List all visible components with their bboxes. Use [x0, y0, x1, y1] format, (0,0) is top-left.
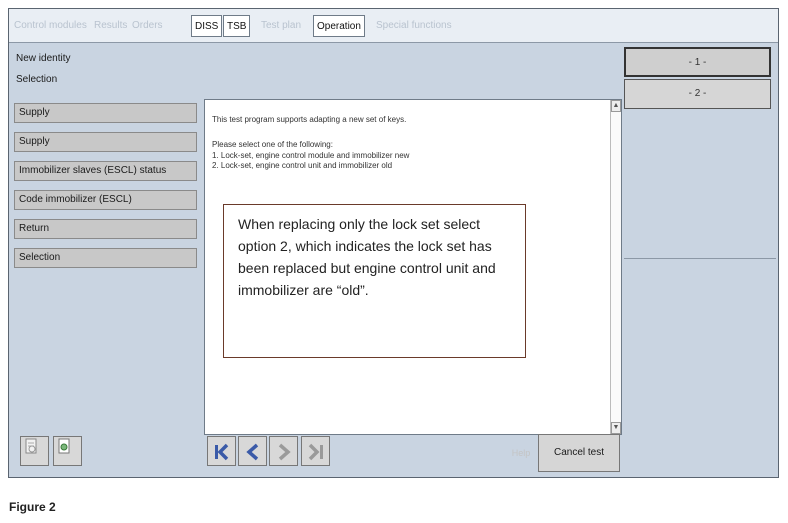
- scroll-up-arrow-icon[interactable]: ▲: [611, 100, 621, 112]
- first-page-button[interactable]: [207, 436, 236, 466]
- intro-text: This test program supports adapting a ne…: [212, 115, 407, 124]
- next-button[interactable]: [269, 436, 298, 466]
- identity-line: New identity: [16, 53, 71, 64]
- document-search-icon: [58, 438, 70, 454]
- right-panel: [624, 115, 776, 477]
- diagnostic-screen: Control modules Results Orders DISS TSB …: [8, 8, 779, 478]
- menu-item-code-immobilizer[interactable]: Code immobilizer (ESCL): [14, 190, 197, 210]
- chevron-right-icon: [278, 443, 291, 461]
- tab-bar: Control modules Results Orders DISS TSB …: [9, 9, 778, 43]
- tab-orders[interactable]: Orders: [129, 15, 166, 37]
- content-panel: This test program supports adapting a ne…: [204, 99, 622, 435]
- skip-last-icon: [308, 443, 323, 461]
- selection-line: Selection: [16, 74, 58, 85]
- last-page-button[interactable]: [301, 436, 330, 466]
- step-2-button[interactable]: - 2 -: [624, 79, 771, 109]
- menu-item-immobilizer-slaves[interactable]: Immobilizer slaves (ESCL) status: [14, 161, 197, 181]
- document-icon: [25, 438, 37, 454]
- identity-panel: New identity Selection: [12, 46, 618, 99]
- skip-first-icon: [215, 443, 229, 461]
- menu-item-supply[interactable]: Supply: [14, 132, 197, 152]
- scroll-down-arrow-icon[interactable]: ▼: [611, 422, 621, 434]
- callout-note: When replacing only the lock set select …: [223, 204, 526, 358]
- menu-item-selection[interactable]: Selection: [14, 248, 197, 268]
- menu-item-return[interactable]: Return: [14, 219, 197, 239]
- chevron-left-icon: [246, 443, 259, 461]
- tab-operation[interactable]: Operation: [313, 15, 365, 37]
- tab-diss[interactable]: DISS: [191, 15, 223, 37]
- option-2-text: 2. Lock-set, engine control unit and imm…: [212, 161, 393, 170]
- cancel-test-button[interactable]: Cancel test: [538, 434, 620, 472]
- right-panel-divider: [624, 258, 776, 259]
- tab-tsb[interactable]: TSB: [223, 15, 251, 37]
- document-view-button[interactable]: [53, 436, 82, 466]
- print-button[interactable]: [20, 436, 49, 466]
- tab-test-plan[interactable]: Test plan: [258, 15, 304, 37]
- tab-special-functions[interactable]: Special functions: [373, 15, 455, 37]
- menu-item-supply[interactable]: Supply: [14, 103, 197, 123]
- content-scrollbar[interactable]: ▲ ▼: [610, 100, 621, 434]
- figure-caption: Figure 2: [9, 500, 56, 514]
- prompt-text: Please select one of the following:: [212, 140, 333, 149]
- tab-control-modules[interactable]: Control modules: [11, 15, 90, 37]
- option-1-text: 1. Lock-set, engine control module and i…: [212, 151, 410, 160]
- previous-button[interactable]: [238, 436, 267, 466]
- step-1-button[interactable]: - 1 -: [624, 47, 771, 77]
- tab-results[interactable]: Results: [91, 15, 130, 37]
- help-button[interactable]: Help: [501, 436, 541, 470]
